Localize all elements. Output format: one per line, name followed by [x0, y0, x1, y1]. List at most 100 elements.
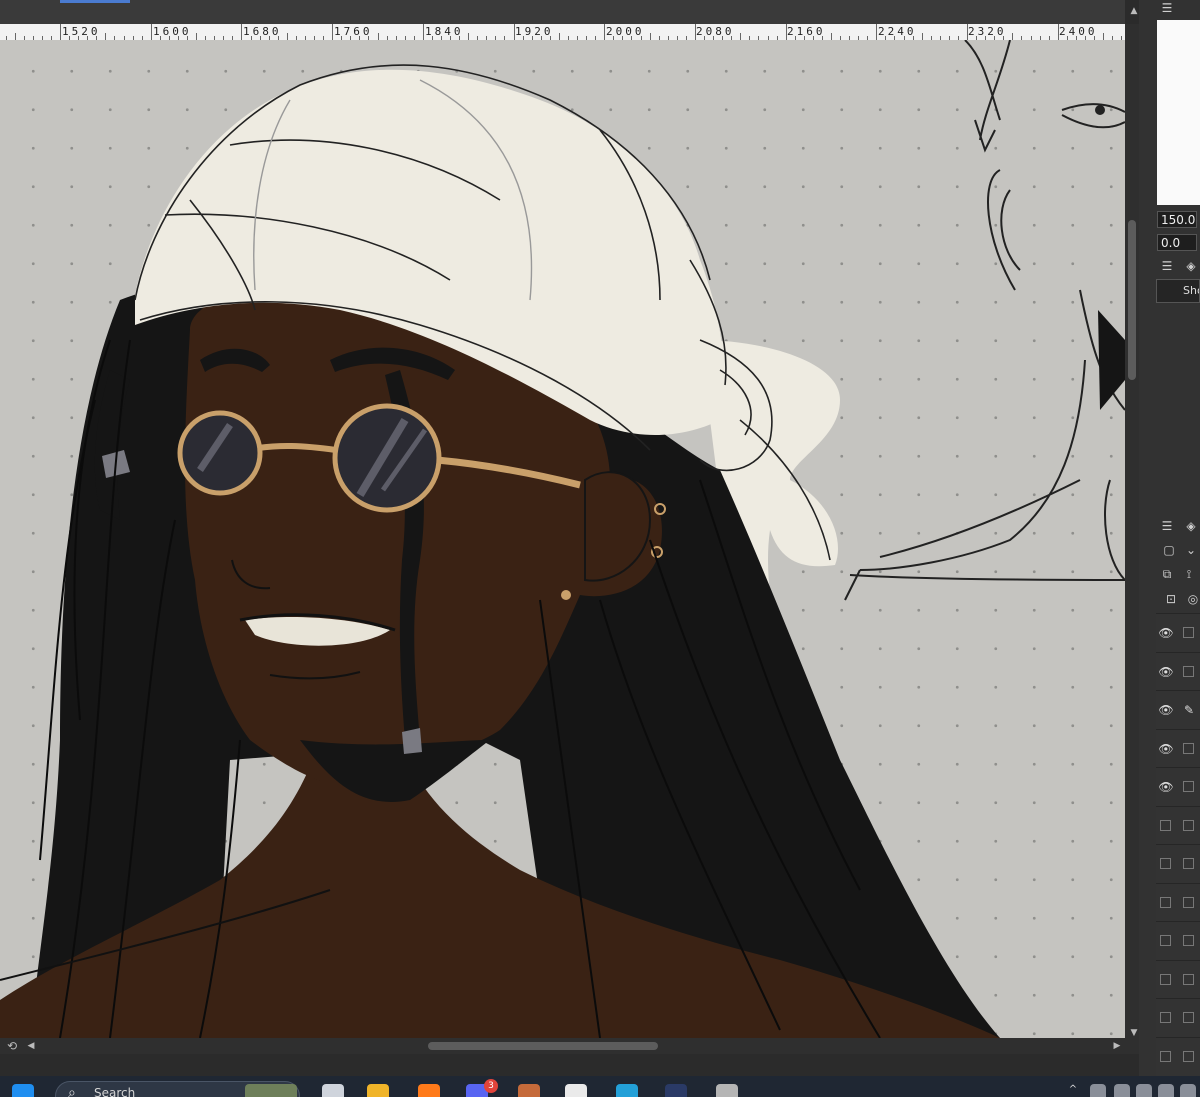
vector-layer-icon[interactable]: ⟟ [1180, 566, 1198, 582]
pen-tray-icon[interactable] [1114, 1084, 1130, 1097]
layer-lock-toggle[interactable] [1183, 742, 1194, 754]
ruler-tick [513, 24, 515, 40]
ruler-tick [694, 24, 696, 40]
ruler-tick [196, 33, 197, 40]
ruler-tick [876, 24, 878, 40]
horizontal-ruler: 1520 1600 1680 1760 1840 1920 2000 2080 … [0, 24, 1125, 41]
ruler-tick [286, 33, 288, 40]
clip-studio-icon[interactable] [565, 1084, 587, 1097]
navigator-preview[interactable] [1157, 20, 1200, 205]
layer-lock-toggle[interactable] [1183, 935, 1194, 946]
ruler-tick [649, 33, 651, 40]
app-icon[interactable] [716, 1084, 738, 1097]
firefox-icon[interactable] [418, 1084, 440, 1097]
vertical-scrollbar[interactable] [1125, 24, 1139, 1054]
ruler-tick [422, 24, 424, 40]
layer-lock-toggle[interactable] [1183, 1012, 1194, 1023]
top-toolbar-strip [0, 0, 1125, 24]
layer-lock-toggle[interactable] [1183, 896, 1194, 908]
ruler-tick [604, 24, 606, 40]
pen-icon[interactable]: ✎ [1181, 703, 1197, 717]
ruler-label: 1760 [334, 25, 373, 38]
visibility-toggle[interactable] [1160, 819, 1171, 831]
panel-menu-icon[interactable]: ☰ [1158, 258, 1176, 274]
panel-menu-icon[interactable]: ☰ [1158, 518, 1176, 534]
layers-icon[interactable]: ◈ [1182, 258, 1200, 274]
visibility-toggle[interactable] [1160, 973, 1171, 985]
panel-menu-icon[interactable]: ☰ [1158, 0, 1176, 16]
ruler-tick [468, 33, 470, 40]
ruler-tick [1057, 24, 1059, 40]
ruler-tick [785, 24, 787, 40]
notification-badge: 3 [484, 1079, 498, 1093]
ruler-label: 2400 [1059, 25, 1098, 38]
drawing-canvas[interactable] [0, 40, 1125, 1038]
chevron-down-icon[interactable]: ⌄ [1182, 542, 1200, 558]
layer-lock-toggle[interactable] [1183, 858, 1194, 869]
rotate-reset-icon[interactable]: ⟲ [4, 1038, 20, 1054]
ruler-tick [967, 24, 968, 40]
visibility-toggle[interactable] [1160, 858, 1171, 869]
sketch-neck-shadow [1098, 310, 1125, 410]
visibility-toggle[interactable] [1160, 896, 1171, 908]
task-view-icon[interactable] [322, 1084, 344, 1097]
visibility-toggle[interactable] [1160, 1012, 1171, 1023]
battery-icon[interactable] [1180, 1084, 1196, 1097]
layers-icon[interactable]: ◈ [1182, 518, 1200, 534]
layer-lock-toggle[interactable] [1183, 973, 1194, 985]
volume-icon[interactable] [1158, 1084, 1174, 1097]
new-layer-icon[interactable]: ⧉ [1158, 566, 1176, 582]
visibility-eye-icon[interactable]: 👁 [1158, 780, 1174, 794]
ruler-label: 2080 [696, 25, 735, 38]
weather-widget-icon[interactable] [245, 1084, 297, 1097]
layer-search-input[interactable]: Sho [1156, 279, 1200, 303]
visibility-toggle[interactable] [1160, 935, 1171, 946]
folder-icon[interactable]: ⊡ [1162, 591, 1180, 607]
visibility-eye-icon[interactable]: 👁 [1158, 703, 1174, 717]
cloud-icon[interactable] [1090, 1084, 1106, 1097]
rotation-field[interactable]: 0.0 [1157, 234, 1197, 251]
windows-start-icon[interactable] [12, 1084, 34, 1097]
hair-bead [402, 728, 422, 754]
vertical-scrollbar-thumb[interactable] [1128, 220, 1136, 380]
steam-icon[interactable] [665, 1084, 687, 1097]
layer-lock-toggle[interactable] [1183, 627, 1194, 638]
file-explorer-icon[interactable] [367, 1084, 389, 1097]
active-tab-accent [60, 0, 130, 3]
app-icon[interactable] [518, 1084, 540, 1097]
horizontal-scrollbar-thumb[interactable] [428, 1042, 658, 1050]
ruler-label: 1600 [153, 25, 192, 38]
layer-lock-toggle[interactable] [1183, 781, 1194, 792]
wifi-icon[interactable] [1136, 1084, 1152, 1097]
character-artwork [0, 40, 1125, 1038]
layer-lock-toggle[interactable] [1183, 1050, 1194, 1062]
visibility-eye-icon[interactable]: 👁 [1158, 626, 1174, 640]
app-icon[interactable] [616, 1084, 638, 1097]
ruler-tick [1103, 33, 1104, 40]
taskbar: Search ⌕ 3 ^ [0, 1076, 1200, 1097]
layer-mode-icon[interactable]: ▢ [1160, 542, 1178, 558]
mask-icon[interactable]: ◎ [1184, 591, 1200, 607]
ruler-tick [105, 33, 107, 40]
ruler-tick [377, 33, 379, 40]
ruler-tick [1012, 33, 1014, 40]
ruler-tick [921, 33, 923, 40]
zoom-field[interactable]: 150.0 [1157, 211, 1197, 228]
ruler-label: 2160 [787, 25, 826, 38]
visibility-eye-icon[interactable]: 👁 [1158, 665, 1174, 679]
chevron-up-icon[interactable]: ^ [1066, 1084, 1080, 1097]
visibility-eye-icon[interactable]: 👁 [1158, 742, 1174, 756]
ruler-label: 1840 [425, 25, 464, 38]
ruler-label: 2000 [606, 25, 645, 38]
ruler-tick [14, 33, 16, 40]
layer-lock-toggle[interactable] [1183, 665, 1194, 677]
ruler-tick [831, 33, 832, 40]
earring [561, 590, 571, 600]
visibility-toggle[interactable] [1160, 1050, 1171, 1062]
scroll-left-icon[interactable]: ◀ [24, 1039, 38, 1053]
ruler-tick [332, 24, 334, 40]
layer-lock-toggle[interactable] [1183, 819, 1194, 831]
scroll-right-icon[interactable]: ▶ [1110, 1039, 1124, 1053]
ruler-label: 1520 [62, 25, 101, 38]
ruler-label: 1920 [515, 25, 554, 38]
